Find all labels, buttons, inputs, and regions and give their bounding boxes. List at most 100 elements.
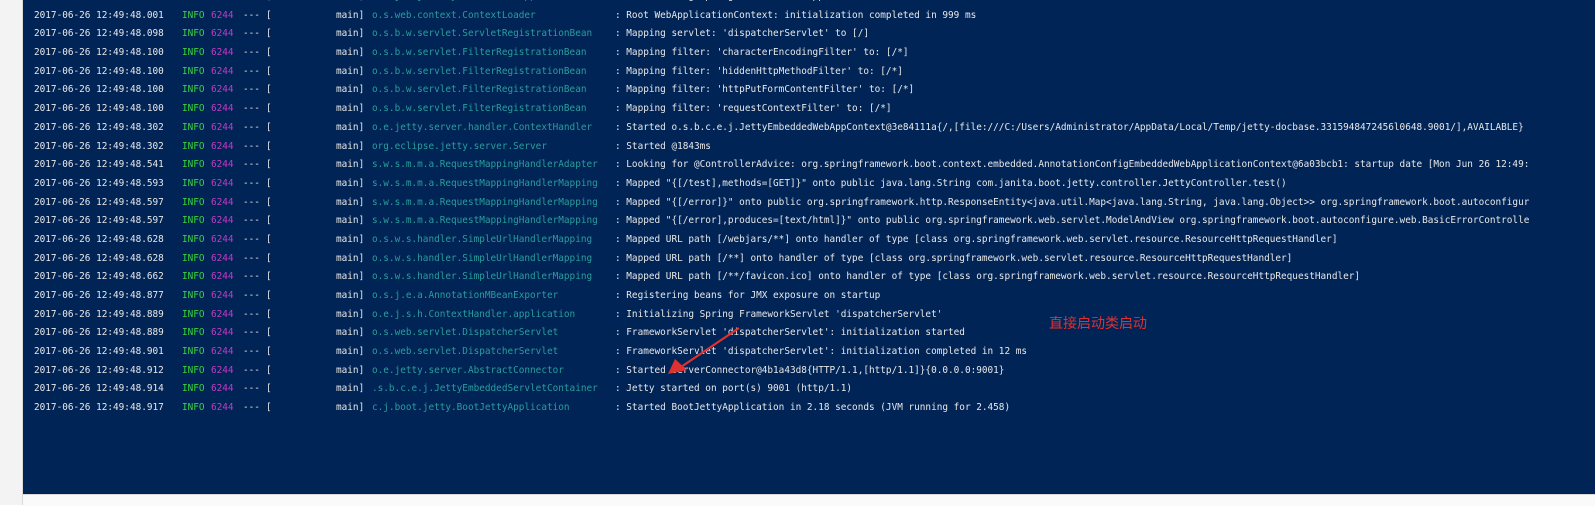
log-time: 2017-06-26 12:49:48.597 xyxy=(34,196,164,208)
log-sep: --- xyxy=(243,103,260,115)
left-gutter xyxy=(0,0,23,505)
log-logger: o.e.jetty.server.handler.ContextHandler xyxy=(372,121,593,133)
log-bracket: [ xyxy=(266,233,272,245)
log-logger: c.j.boot.jetty.BootJettyApplication xyxy=(372,402,570,414)
log-sep: --- xyxy=(243,327,260,339)
log-sep: --- xyxy=(243,65,260,77)
log-sep: --- xyxy=(243,47,260,59)
log-level: INFO xyxy=(182,28,205,40)
log-message: : Started BootJettyApplication in 2.18 s… xyxy=(615,402,1011,414)
log-thread: main] xyxy=(336,383,365,395)
log-bracket: [ xyxy=(266,327,272,339)
log-time: 2017-06-26 12:49:48.541 xyxy=(34,159,164,171)
log-bracket: [ xyxy=(266,290,272,301)
log-time: 2017-06-26 12:49:48.877 xyxy=(34,290,164,301)
log-level: INFO xyxy=(182,9,205,21)
log-message: : Mapping filter: 'characterEncodingFilt… xyxy=(615,47,909,59)
log-pid: 6244 xyxy=(211,9,234,21)
log-bracket: [ xyxy=(266,364,272,376)
log-message: : Mapped "{[/error],produces=[text/html]… xyxy=(615,215,1530,227)
log-logger: o.e.jetty.server.AbstractConnector xyxy=(372,364,564,376)
log-bracket: [ xyxy=(266,0,272,7)
log-level: INFO xyxy=(182,327,205,339)
log-bracket: [ xyxy=(266,121,272,133)
log-level: INFO xyxy=(182,271,205,283)
log-pid: 6244 xyxy=(211,308,234,320)
log-thread: main] xyxy=(336,9,365,21)
log-logger: o.s.b.w.servlet.FilterRegistrationBean xyxy=(372,84,587,96)
log-sep: --- xyxy=(243,177,260,189)
log-thread: main] xyxy=(336,196,365,208)
log-pid: 6244 xyxy=(211,233,234,245)
log-sep: --- xyxy=(243,196,260,208)
log-level: INFO xyxy=(182,346,205,358)
log-sep: --- xyxy=(243,121,260,133)
log-level: INFO xyxy=(182,215,205,227)
console-output[interactable]: 2017-06-26 12:49:47.880 INFO 6244 --- [ main]… xyxy=(23,0,1595,494)
log-pid: 6244 xyxy=(211,402,234,414)
log-sep: --- xyxy=(243,271,260,283)
log-bracket: [ xyxy=(266,177,272,189)
log-sep: --- xyxy=(243,252,260,264)
log-level: INFO xyxy=(182,140,205,152)
log-time: 2017-06-26 12:49:48.889 xyxy=(34,327,164,339)
log-message: : Registering beans for JMX exposure on … xyxy=(615,290,881,301)
log-bracket: [ xyxy=(266,47,272,59)
log-bracket: [ xyxy=(266,196,272,208)
log-thread: main] xyxy=(336,159,365,171)
log-level: INFO xyxy=(182,290,205,301)
log-time: 2017-06-26 12:49:48.917 xyxy=(34,402,164,414)
log-sep: --- xyxy=(243,346,260,358)
log-sep: --- xyxy=(243,233,260,245)
log-pid: 6244 xyxy=(211,65,234,77)
log-pid: 6244 xyxy=(211,159,234,171)
log-time: 2017-06-26 12:49:48.100 xyxy=(34,47,164,59)
log-level: INFO xyxy=(182,364,205,376)
log-thread: main] xyxy=(336,103,365,115)
log-time: 2017-06-26 12:49:48.889 xyxy=(34,308,164,320)
log-level: INFO xyxy=(182,47,205,59)
log-bracket: [ xyxy=(266,140,272,152)
log-logger: o.s.w.s.handler.SimpleUrlHandlerMapping xyxy=(372,271,593,283)
log-bracket: [ xyxy=(266,65,272,77)
log-time: 2017-06-26 12:49:48.628 xyxy=(34,233,164,245)
log-pid: 6244 xyxy=(211,177,234,189)
log-sep: --- xyxy=(243,308,260,320)
log-pid: 6244 xyxy=(211,28,234,40)
log-message: : Initializing Spring embedded WebApplic… xyxy=(615,0,909,7)
log-logger: o.s.j.e.a.AnnotationMBeanExporter xyxy=(372,290,559,301)
log-logger: o.e.j.s.h.ContextHandler.application xyxy=(372,308,576,320)
log-bracket: [ xyxy=(266,383,272,395)
log-message: : Mapped URL path [/**/favicon.ico] onto… xyxy=(615,271,1361,283)
log-message: : Mapped URL path [/**] onto handler of … xyxy=(615,252,1293,264)
log-sep: --- xyxy=(243,402,260,414)
log-thread: main] xyxy=(336,28,365,40)
log-thread: main] xyxy=(336,327,365,339)
log-level: INFO xyxy=(182,121,205,133)
log-bracket: [ xyxy=(266,103,272,115)
log-message: : Mapped "{[/error]}" onto public org.sp… xyxy=(615,196,1530,208)
log-level: INFO xyxy=(182,0,205,7)
log-level: INFO xyxy=(182,84,205,96)
log-sep: --- xyxy=(243,364,260,376)
log-logger: o.s.w.s.handler.SimpleUrlHandlerMapping xyxy=(372,233,593,245)
log-message: : Initializing Spring FrameworkServlet '… xyxy=(615,308,943,320)
log-logger: s.w.s.m.m.a.RequestMappingHandlerMapping xyxy=(372,215,598,227)
log-thread: main] xyxy=(336,47,365,59)
log-pid: 6244 xyxy=(211,140,234,152)
log-time: 2017-06-26 12:49:48.100 xyxy=(34,103,164,115)
log-bracket: [ xyxy=(266,308,272,320)
log-message: : Started o.s.b.c.e.j.JettyEmbeddedWebAp… xyxy=(615,121,1524,133)
log-message: : Mapped URL path [/webjars/**] onto han… xyxy=(615,233,1338,245)
log-thread: main] xyxy=(336,252,365,264)
log-time: 2017-06-26 12:49:47.880 xyxy=(34,0,164,7)
log-thread: main] xyxy=(336,346,365,358)
log-logger: o.s.web.context.ContextLoader xyxy=(372,9,536,21)
log-pid: 6244 xyxy=(211,215,234,227)
log-pid: 6244 xyxy=(211,346,234,358)
log-pid: 6244 xyxy=(211,47,234,59)
log-logger: o.s.b.w.servlet.FilterRegistrationBean xyxy=(372,65,587,77)
log-logger: o.s.b.w.servlet.FilterRegistrationBean xyxy=(372,103,587,115)
log-thread: main] xyxy=(336,271,365,283)
log-sep: --- xyxy=(243,0,260,7)
